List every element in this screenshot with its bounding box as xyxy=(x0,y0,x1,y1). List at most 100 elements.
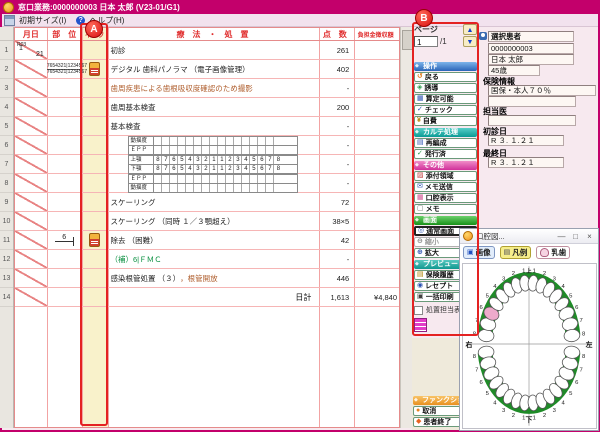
treatment-cell: 歯周疾患による歯根吸収度確認のため撮影 xyxy=(108,79,318,97)
maximize-icon[interactable]: □ xyxy=(570,232,581,241)
lower-tooth-number: 4 xyxy=(562,400,566,406)
date-cell xyxy=(15,231,47,249)
menu-initial-size[interactable]: 初期サイズ(I) xyxy=(19,15,66,26)
row-number: 1 xyxy=(0,41,13,60)
page-down-button[interactable]: ▼ xyxy=(463,36,477,47)
points-cell: 200 xyxy=(317,98,352,116)
table-header: 月日 部 位 インフ 療 法 ・ 処 置 点 数 負担金徴収額 xyxy=(15,28,399,41)
table-row[interactable]: スケーリング72 xyxy=(15,193,399,212)
attachment-icon: ▨ xyxy=(417,172,424,180)
copay-cell: ¥4,840 xyxy=(352,288,399,306)
upper-tooth-number: 7 xyxy=(580,318,583,324)
informed-consent-stamp-icon xyxy=(89,233,100,247)
region-cell: 7654321|12345677654321|1234567 xyxy=(47,60,82,78)
table-row[interactable]: スケーリング （同時 １／３顎超え）38×5 xyxy=(15,212,399,231)
lower-tooth-number: 6 xyxy=(575,380,579,386)
inf-cell xyxy=(82,212,108,230)
points-cell: 72 xyxy=(317,193,352,211)
table-scrollbar[interactable] xyxy=(400,27,412,428)
table-row[interactable]: 日計1,613¥4,840 xyxy=(15,288,399,307)
table-row[interactable]: 7654321|12345677654321|1234567 デジタル 歯科パノラ… xyxy=(15,60,399,79)
scrollbar-thumb[interactable] xyxy=(402,30,413,50)
memo-send-button[interactable]: ✉メモ送信 xyxy=(414,182,477,192)
oral-chart[interactable]: 88776655443322111122334455667788右左上下 xyxy=(462,263,597,429)
guide-icon: ◈ xyxy=(417,84,422,92)
copay-cell xyxy=(352,41,399,59)
check-button[interactable]: ✓チェック xyxy=(414,105,477,115)
inf-cell xyxy=(82,79,108,97)
calculator-icon: ▦ xyxy=(417,95,424,103)
column-header-copay: 負担金徴収額 xyxy=(352,28,399,40)
table-row[interactable]: 歯周基本検査200 xyxy=(15,98,399,117)
points-cell: - xyxy=(317,79,352,97)
treatment-cell: 初診 xyxy=(108,41,318,59)
table-row[interactable]: 歯周疾患による歯根吸収度確認のため撮影- xyxy=(15,79,399,98)
column-header-date: 月日 xyxy=(15,28,47,40)
treatment-cell: （補）6|ＦＭＣ xyxy=(108,250,318,268)
region-cell xyxy=(47,98,82,116)
section-header-other: その他 xyxy=(414,161,477,170)
reorganize-button[interactable]: ▤再編成 xyxy=(414,138,477,148)
self-pay-button[interactable]: ¥自費 xyxy=(414,116,477,126)
lower-tooth-number: 5 xyxy=(569,391,573,397)
app-grid-icon[interactable] xyxy=(414,318,427,332)
pager: ページ 1 /1 ▲ ▼ xyxy=(414,24,477,48)
lower-tooth-number: 7 xyxy=(580,367,583,373)
upper-tooth-number: 5 xyxy=(569,294,573,300)
copay-cell xyxy=(352,193,399,211)
row-number: 14 xyxy=(0,288,13,307)
calculable-button[interactable]: ▦算定可能 xyxy=(414,94,477,104)
treatment-cell: スケーリング （同時 １／３顎超え） xyxy=(108,212,318,230)
date-cell xyxy=(15,117,47,135)
checkbox-icon[interactable] xyxy=(414,306,423,315)
yen-icon: ¥ xyxy=(417,117,421,125)
attachment-area-button[interactable]: ▨添付領域 xyxy=(414,171,477,181)
guide-button[interactable]: ◈誘導 xyxy=(414,83,477,93)
minimize-icon[interactable]: — xyxy=(556,232,567,241)
chart-label: 右 xyxy=(464,340,472,349)
section-header-screen: 画面 xyxy=(414,216,477,225)
legend-button[interactable]: ▤ 凡例 xyxy=(500,246,532,259)
date-cell xyxy=(15,60,47,78)
region-cell xyxy=(47,288,82,306)
history-icon: ▤ xyxy=(417,271,424,279)
app-icon xyxy=(3,2,14,13)
oral-chart-icon: ▦ xyxy=(417,194,424,202)
points-cell: - xyxy=(317,117,352,135)
date-cell xyxy=(15,136,47,154)
table-row[interactable]: 6除去 （困難）42 xyxy=(15,231,399,250)
row-number: 9 xyxy=(0,193,13,212)
lower-tooth-number: 3 xyxy=(502,408,506,414)
memo-button[interactable]: ▢メモ xyxy=(414,204,477,214)
treatment-cell: ＥＰＰ動揺度 xyxy=(108,174,318,192)
doctor-value xyxy=(488,115,576,126)
region-cell xyxy=(47,79,82,97)
baby-teeth-button[interactable]: 乳歯 xyxy=(536,246,570,259)
table-row[interactable]: R03121初診261 xyxy=(15,41,399,60)
points-cell: - xyxy=(317,250,352,268)
issued-button[interactable]: ✓発行済 xyxy=(414,149,477,159)
table-row[interactable]: 基本検査- xyxy=(15,117,399,136)
region-cell: 6 xyxy=(47,231,82,249)
page-input[interactable]: 1 xyxy=(414,36,438,47)
page-up-button[interactable]: ▲ xyxy=(463,24,477,35)
column-header-points: 点 数 xyxy=(317,28,352,40)
callout-b: B xyxy=(415,9,433,27)
row-number: 2 xyxy=(0,60,13,79)
inf-cell xyxy=(82,174,108,192)
treatment-cell: デジタル 歯科パノラマ （電子画像管理） xyxy=(108,60,318,78)
close-icon[interactable]: × xyxy=(584,232,595,241)
treatment-cell: 感染根管処置 （３），根管開放 xyxy=(108,269,318,287)
treatment-cell: 基本検査 xyxy=(108,117,318,135)
table-row[interactable]: 上顎8765432112345678下顎8765432112345678- xyxy=(15,155,399,174)
back-button[interactable]: ↺戻る xyxy=(414,72,477,82)
oral-display-button[interactable]: ▦口腔表示 xyxy=(414,193,477,203)
table-row[interactable]: （補）6|ＦＭＣ- xyxy=(15,250,399,269)
table-rows: R03121初診2617654321|12345677654321|123456… xyxy=(15,41,399,307)
table-row[interactable]: 動揺度ＥＰＰ- xyxy=(15,136,399,155)
image-button[interactable]: ▣ 画像 xyxy=(463,246,495,259)
table-row[interactable]: 感染根管処置 （３），根管開放446 xyxy=(15,269,399,288)
region-cell xyxy=(47,155,82,173)
table-row[interactable]: ＥＰＰ動揺度- xyxy=(15,174,399,193)
last-visit-date: R ３. １.２１ xyxy=(488,157,564,168)
